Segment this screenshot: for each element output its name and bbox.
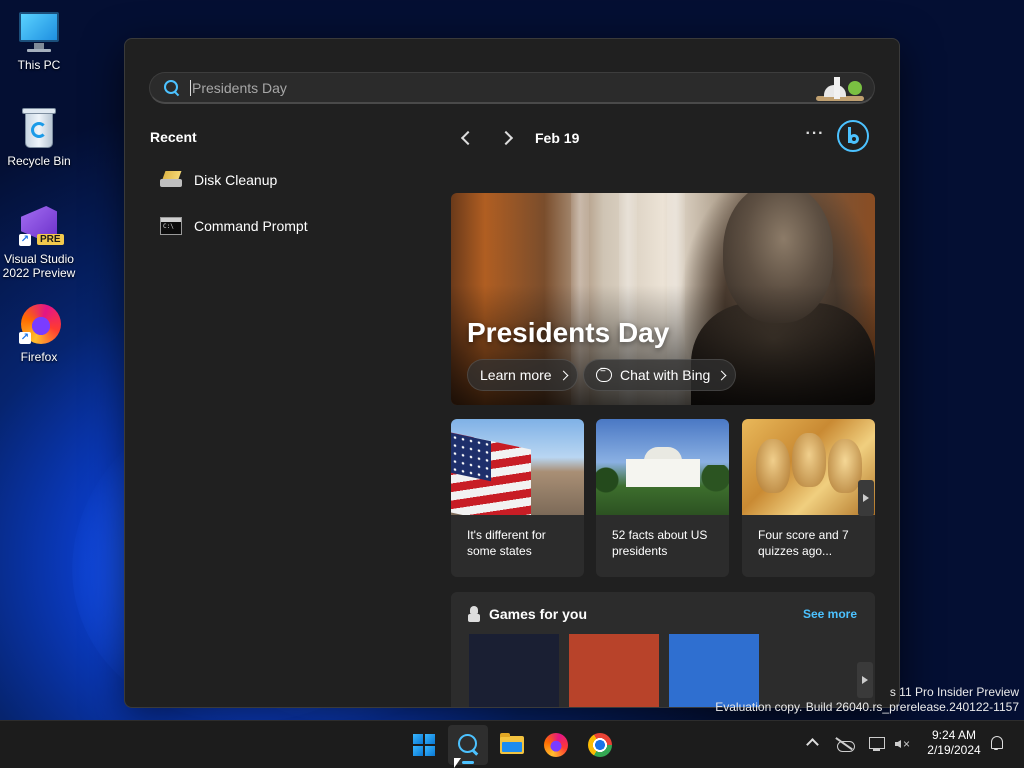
disk-cleanup-icon: [160, 171, 182, 189]
build-watermark: s 11 Pro Insider Preview Evaluation copy…: [715, 685, 1019, 715]
learn-more-label: Learn more: [480, 367, 552, 383]
presidents-portrait-image: [742, 419, 875, 515]
desktop-icon-firefox[interactable]: ↗ Firefox: [0, 302, 78, 364]
chevron-right-icon: [558, 370, 569, 380]
search-icon: [164, 79, 180, 96]
games-title: Games for you: [489, 606, 588, 622]
next-chevron-icon[interactable]: [495, 127, 519, 149]
notifications-bell-icon[interactable]: [988, 735, 1004, 751]
recent-item-label: Disk Cleanup: [194, 172, 278, 188]
shortcut-arrow-icon: ↗: [19, 332, 31, 344]
search-panel: Recent Disk Cleanup Command Prompt Feb 1…: [124, 38, 900, 708]
chat-with-bing-button[interactable]: Chat with Bing: [583, 359, 737, 391]
mouse-cursor-icon: [454, 758, 461, 768]
bing-icon[interactable]: [837, 120, 869, 152]
see-more-link[interactable]: See more: [803, 607, 857, 621]
chevron-right-icon: [716, 370, 727, 380]
hero-title: Presidents Day: [467, 317, 670, 348]
clock-date: 2/19/2024: [927, 743, 981, 757]
search-icon: [458, 734, 478, 754]
cards-next-arrow-icon[interactable]: [858, 480, 874, 516]
taskbar-clock[interactable]: 9:24 AM 2/19/2024: [914, 728, 994, 758]
file-explorer-button[interactable]: [492, 725, 532, 765]
desktop-icon-label: Recycle Bin: [7, 154, 71, 168]
search-input[interactable]: [190, 79, 816, 96]
chrome-taskbar-button[interactable]: [580, 725, 620, 765]
watermark-build: Evaluation copy. Build 26040.rs_prerelea…: [715, 700, 1019, 714]
search-box[interactable]: [149, 72, 875, 104]
game-tile[interactable]: [569, 634, 659, 707]
highlight-card-states[interactable]: It's different for some states: [451, 419, 584, 577]
visual-studio-icon: PRE ↗: [17, 204, 64, 248]
highlight-card-quizzes[interactable]: Four score and 7 quizzes ago...: [742, 419, 875, 577]
card-caption: Four score and 7 quizzes ago...: [758, 528, 849, 558]
firefox-taskbar-button[interactable]: [536, 725, 576, 765]
learn-more-button[interactable]: Learn more: [467, 359, 578, 391]
highlight-card-facts[interactable]: 52 facts about US presidents: [596, 419, 729, 577]
clock-time: 9:24 AM: [931, 728, 977, 742]
desktop-icon-label: Firefox: [20, 350, 58, 364]
more-options-icon[interactable]: ···: [805, 126, 825, 145]
volume-muted-icon[interactable]: [894, 736, 912, 752]
card-caption: 52 facts about US presidents: [612, 528, 708, 558]
desktop-icon-recycle-bin[interactable]: Recycle Bin: [0, 106, 78, 168]
command-prompt-icon: [160, 217, 182, 235]
recent-heading: Recent: [150, 129, 197, 145]
onedrive-offline-icon[interactable]: [836, 736, 855, 752]
recent-item-label: Command Prompt: [194, 218, 308, 234]
desktop-icon-label: Visual Studio 2022 Preview: [2, 252, 76, 280]
folder-icon: [500, 733, 524, 754]
shortcut-arrow-icon: ↗: [19, 234, 31, 246]
recent-item-command-prompt[interactable]: Command Prompt: [160, 217, 308, 235]
white-house-image: [596, 419, 729, 515]
chat-with-bing-label: Chat with Bing: [620, 367, 711, 383]
firefox-icon: [544, 733, 568, 757]
presidents-day-doodle-icon[interactable]: [816, 75, 864, 101]
network-icon[interactable]: [868, 736, 886, 752]
card-caption: It's different for some states: [467, 528, 546, 558]
chat-bubble-icon: [596, 365, 612, 382]
desktop-icon-label: This PC: [17, 58, 61, 72]
game-tile[interactable]: [469, 634, 559, 707]
computer-icon: [17, 10, 61, 54]
firefox-icon: ↗: [17, 302, 61, 346]
desktop-icon-visual-studio[interactable]: PRE ↗ Visual Studio 2022 Preview: [0, 204, 78, 280]
chess-piece-icon: [467, 606, 481, 622]
windows-logo-icon: [413, 734, 435, 756]
start-button[interactable]: [404, 725, 444, 765]
previous-chevron-icon[interactable]: [455, 127, 479, 149]
chrome-icon: [588, 733, 612, 757]
recycle-bin-icon: [17, 106, 61, 150]
highlights-nav: Feb 19: [455, 127, 579, 149]
mount-rushmore-image: [451, 419, 584, 515]
recent-item-disk-cleanup[interactable]: Disk Cleanup: [160, 171, 277, 189]
highlights-date: Feb 19: [535, 130, 580, 146]
watermark-edition: s 11 Pro Insider Preview: [889, 685, 1019, 699]
show-hidden-icons-chevron-icon[interactable]: [806, 736, 818, 748]
desktop-icon-this-pc[interactable]: This PC: [0, 10, 78, 72]
preview-badge: PRE: [37, 234, 64, 245]
games-heading: Games for you: [467, 606, 587, 622]
hero-card[interactable]: Presidents Day Learn more Chat with Bing: [451, 193, 875, 405]
